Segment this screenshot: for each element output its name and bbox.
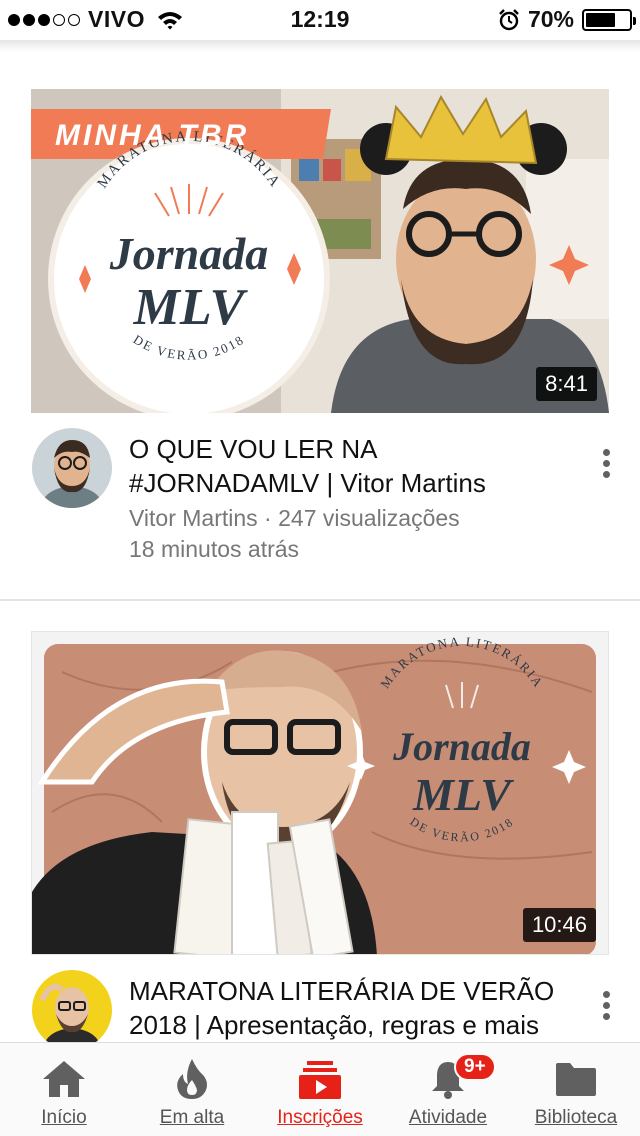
nav-label-library: Biblioteca: [534, 1107, 618, 1128]
nav-label-activity: Atividade: [408, 1107, 488, 1128]
video-duration: 8:41: [536, 367, 597, 401]
flame-icon: [162, 1057, 222, 1101]
video-options-menu-icon[interactable]: [596, 443, 616, 483]
nav-item-activity[interactable]: 9+ Atividade: [384, 1043, 512, 1136]
notification-badge: 9+: [454, 1053, 496, 1081]
channel-avatar[interactable]: [32, 970, 112, 1050]
bottom-navigation: Início Em alta Inscrições 9+ Atividade B…: [0, 1042, 640, 1136]
thumbnail-logo-line1: Jornada: [392, 724, 531, 769]
bell-icon: 9+: [418, 1053, 496, 1101]
thumbnail-image: MARATONA LITERÁRIA Jornada MLV DE VERÃO …: [32, 632, 608, 954]
thumbnail-logo-line2: MLV: [412, 769, 514, 820]
nav-label-subscriptions: Inscrições: [277, 1107, 363, 1128]
video-options-menu-icon[interactable]: [596, 985, 616, 1025]
feed-divider: [0, 599, 640, 601]
thumbnail-banner-text: MINHA TBR: [55, 119, 249, 152]
nav-item-subscriptions[interactable]: Inscrições: [256, 1043, 384, 1136]
status-bar: VIVO 12:19 70%: [0, 0, 640, 40]
folder-icon: [546, 1057, 606, 1101]
thumbnail-logo-line1: Jornada: [109, 228, 268, 279]
video-duration: 10:46: [522, 908, 596, 942]
nav-item-library[interactable]: Biblioteca: [512, 1043, 640, 1136]
video-thumbnail[interactable]: MARATONA LITERÁRIA Jornada MLV DE VERÃO …: [31, 631, 609, 955]
battery-icon: [582, 8, 636, 31]
header-shadow: [0, 40, 640, 52]
video-title[interactable]: MARATONA LITERÁRIA DE VERÃO 2018 | Apres…: [129, 974, 559, 1042]
video-published-time: 18 minutos atrás: [129, 536, 300, 562]
battery-percentage: 70%: [527, 6, 574, 32]
video-title[interactable]: O QUE VOU LER NA #JORNADAMLV | Vitor Mar…: [129, 432, 559, 500]
nav-label-trending: Em alta: [159, 1107, 225, 1128]
home-icon: [34, 1057, 94, 1101]
alarm-clock-icon: [499, 8, 519, 30]
thumbnail-logo-line2: MLV: [133, 279, 249, 336]
video-thumbnail[interactable]: MARATONA LITERÁRIA Jornada MLV DE VERÃO …: [31, 89, 609, 413]
video-channel-views: Vitor Martins · 247 visualizações: [129, 505, 460, 531]
subscriptions-icon: [290, 1057, 350, 1101]
channel-avatar[interactable]: [32, 428, 112, 508]
thumbnail-image: MARATONA LITERÁRIA Jornada MLV DE VERÃO …: [31, 89, 609, 413]
nav-item-trending[interactable]: Em alta: [128, 1043, 256, 1136]
nav-item-home[interactable]: Início: [0, 1043, 128, 1136]
nav-label-home: Início: [41, 1107, 87, 1128]
